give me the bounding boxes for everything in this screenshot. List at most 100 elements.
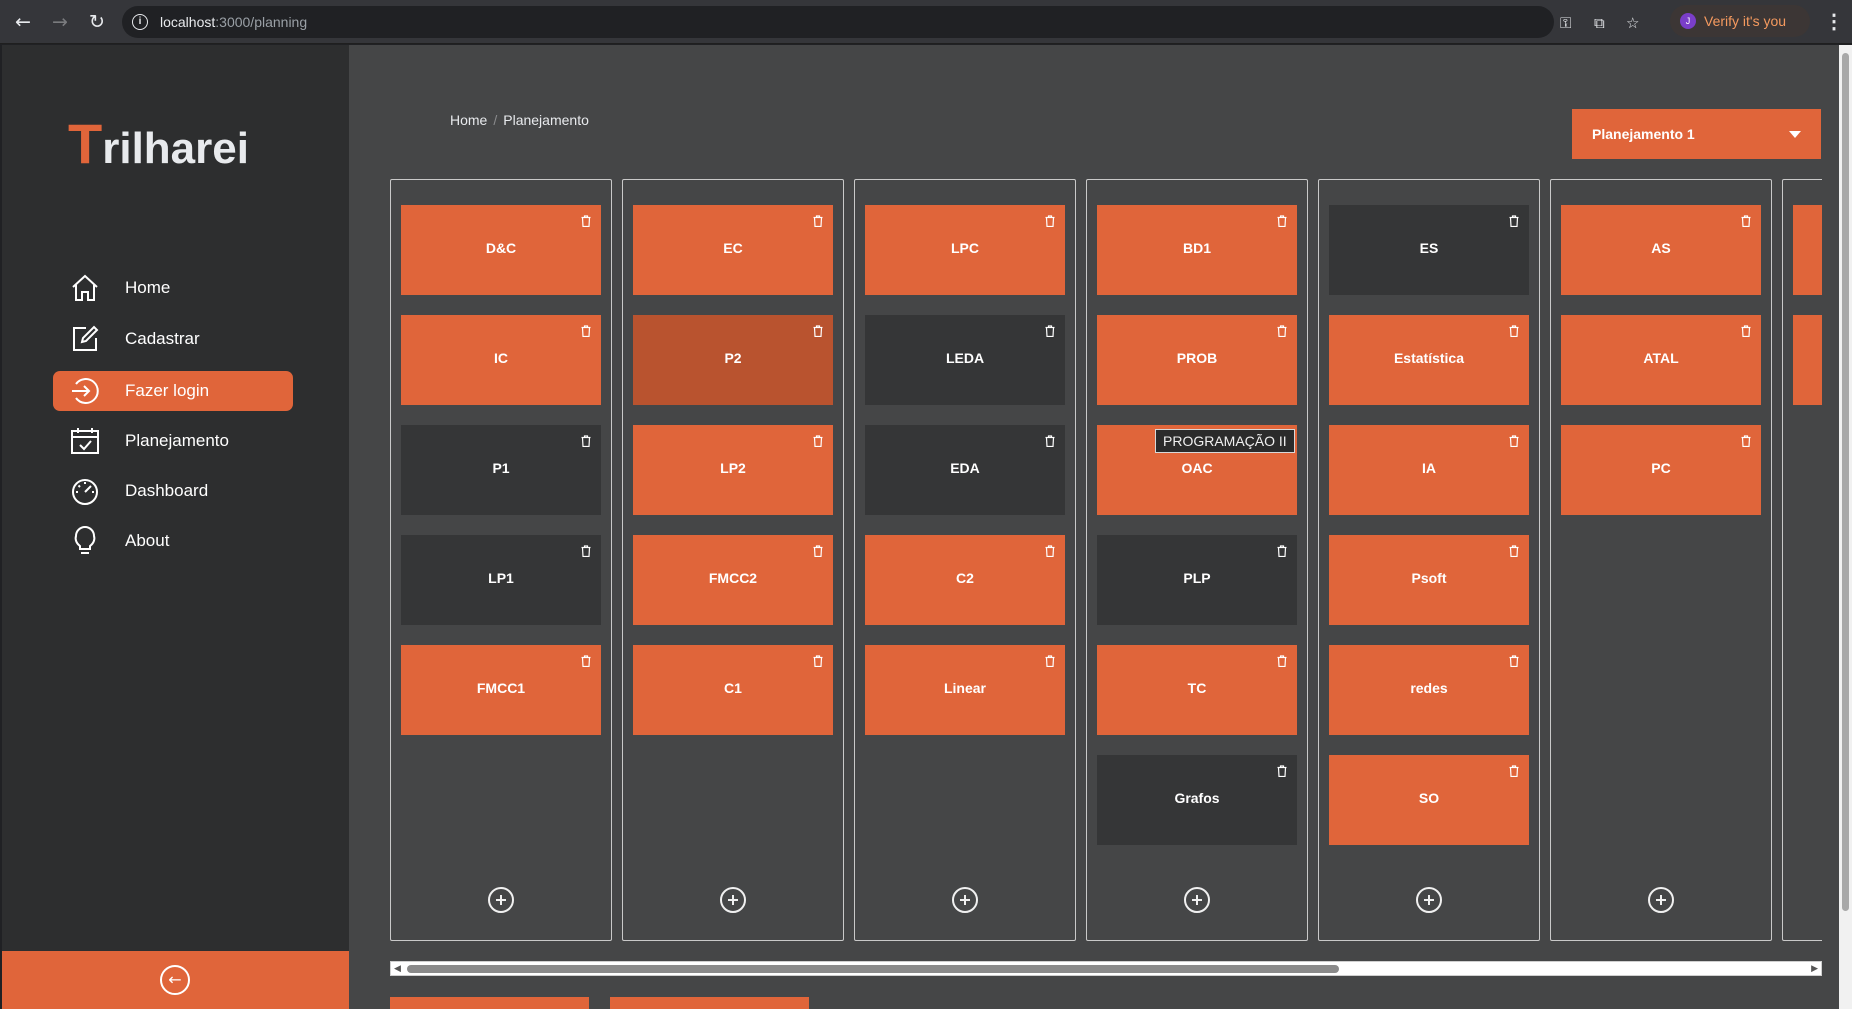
- trash-icon[interactable]: [1741, 434, 1751, 448]
- planning-select[interactable]: Planejamento 1: [1572, 109, 1821, 159]
- trash-icon[interactable]: [813, 434, 823, 448]
- verify-profile-button[interactable]: J Verify it's you: [1670, 5, 1810, 37]
- trash-icon[interactable]: [813, 324, 823, 338]
- trash-icon[interactable]: [813, 214, 823, 228]
- course-card[interactable]: ES: [1329, 205, 1529, 295]
- course-card[interactable]: [1793, 315, 1822, 405]
- course-card-name: LEDA: [945, 350, 985, 366]
- trash-icon[interactable]: [1277, 324, 1287, 338]
- trash-icon[interactable]: [1509, 764, 1519, 778]
- trash-icon[interactable]: [813, 544, 823, 558]
- course-card[interactable]: BD1: [1097, 205, 1297, 295]
- course-card[interactable]: Psoft: [1329, 535, 1529, 625]
- sidebar-item-home[interactable]: Home: [53, 268, 293, 308]
- add-course-icon[interactable]: [720, 887, 746, 913]
- add-course-icon[interactable]: [1416, 887, 1442, 913]
- trash-icon[interactable]: [581, 654, 591, 668]
- course-card[interactable]: LEDA: [865, 315, 1065, 405]
- url-text[interactable]: localhost:3000/planning: [160, 14, 307, 30]
- forward-arrow-icon[interactable]: →: [47, 9, 73, 35]
- trash-icon[interactable]: [581, 214, 591, 228]
- course-card[interactable]: FMCC2: [633, 535, 833, 625]
- course-card[interactable]: [1793, 205, 1822, 295]
- course-card-name: P1: [492, 460, 510, 476]
- add-course-icon[interactable]: [952, 887, 978, 913]
- trash-icon[interactable]: [1509, 324, 1519, 338]
- course-card[interactable]: LP1: [401, 535, 601, 625]
- trash-icon[interactable]: [1741, 324, 1751, 338]
- trash-icon[interactable]: [1277, 764, 1287, 778]
- course-card[interactable]: Estatística: [1329, 315, 1529, 405]
- trash-icon[interactable]: [1045, 324, 1055, 338]
- sidebar-item-about[interactable]: About: [53, 521, 293, 561]
- add-course-icon[interactable]: [1648, 887, 1674, 913]
- course-card[interactable]: EDA: [865, 425, 1065, 515]
- calendar-check-icon: [67, 423, 103, 459]
- horizontal-scrollbar[interactable]: ◀ ▶: [390, 961, 1822, 976]
- course-card[interactable]: P1: [401, 425, 601, 515]
- course-card-name: Psoft: [1411, 570, 1447, 586]
- add-course-icon[interactable]: [488, 887, 514, 913]
- trash-icon[interactable]: [1277, 544, 1287, 558]
- course-card[interactable]: FMCC1: [401, 645, 601, 735]
- add-course-icon[interactable]: [1184, 887, 1210, 913]
- trash-icon[interactable]: [1277, 654, 1287, 668]
- trash-icon[interactable]: [1277, 214, 1287, 228]
- course-card[interactable]: LP2: [633, 425, 833, 515]
- trash-icon[interactable]: [1045, 544, 1055, 558]
- course-card[interactable]: SO: [1329, 755, 1529, 845]
- course-card[interactable]: ATAL: [1561, 315, 1761, 405]
- vertical-scroll-thumb[interactable]: [1842, 53, 1849, 911]
- address-bar[interactable]: i localhost:3000/planning ⚿ ⧉ ☆: [122, 6, 1639, 38]
- trash-icon[interactable]: [1045, 654, 1055, 668]
- password-key-icon[interactable]: ⚿: [1560, 14, 1571, 32]
- collapse-sidebar-icon[interactable]: ←: [160, 965, 190, 995]
- course-card[interactable]: C2: [865, 535, 1065, 625]
- course-card[interactable]: IC: [401, 315, 601, 405]
- sidebar-item-dashboard[interactable]: Dashboard: [53, 471, 293, 511]
- bottom-action-button-1[interactable]: [390, 997, 589, 1009]
- vertical-scrollbar[interactable]: [1839, 45, 1852, 1009]
- trash-icon[interactable]: [1509, 214, 1519, 228]
- course-card[interactable]: AS: [1561, 205, 1761, 295]
- course-card-name: PC: [1651, 460, 1671, 476]
- trash-icon[interactable]: [1045, 214, 1055, 228]
- trash-icon[interactable]: [581, 434, 591, 448]
- course-card[interactable]: PLP: [1097, 535, 1297, 625]
- course-card[interactable]: PC: [1561, 425, 1761, 515]
- install-app-icon[interactable]: ⧉: [1594, 14, 1605, 32]
- course-card[interactable]: PROB: [1097, 315, 1297, 405]
- course-card[interactable]: IA: [1329, 425, 1529, 515]
- course-card[interactable]: EC: [633, 205, 833, 295]
- course-card[interactable]: C1: [633, 645, 833, 735]
- horizontal-scroll-thumb[interactable]: [407, 965, 1339, 973]
- bookmark-star-icon[interactable]: ☆: [1626, 14, 1639, 32]
- course-card[interactable]: redes: [1329, 645, 1529, 735]
- trash-icon[interactable]: [581, 544, 591, 558]
- browser-menu-icon[interactable]: ⋮: [1824, 9, 1844, 35]
- trash-icon[interactable]: [581, 324, 591, 338]
- site-info-icon[interactable]: i: [132, 14, 148, 30]
- scroll-right-arrow-icon[interactable]: ▶: [1811, 964, 1818, 974]
- course-card[interactable]: LPC: [865, 205, 1065, 295]
- back-arrow-icon[interactable]: ←: [10, 9, 36, 35]
- trash-icon[interactable]: [1509, 654, 1519, 668]
- sidebar-item-cadastrar[interactable]: Cadastrar: [53, 319, 293, 359]
- scroll-left-arrow-icon[interactable]: ◀: [394, 964, 401, 974]
- trash-icon[interactable]: [1045, 434, 1055, 448]
- course-card[interactable]: Linear: [865, 645, 1065, 735]
- trash-icon[interactable]: [1509, 544, 1519, 558]
- sidebar-item-fazer-login[interactable]: Fazer login: [53, 371, 293, 411]
- course-card[interactable]: TC: [1097, 645, 1297, 735]
- trash-icon[interactable]: [1741, 214, 1751, 228]
- breadcrumb-home[interactable]: Home: [450, 112, 487, 128]
- course-card[interactable]: P2: [633, 315, 833, 405]
- bottom-action-button-2[interactable]: [610, 997, 809, 1009]
- course-card[interactable]: Grafos: [1097, 755, 1297, 845]
- sidebar-item-planejamento[interactable]: Planejamento: [53, 421, 293, 461]
- trash-icon[interactable]: [813, 654, 823, 668]
- course-card-name: BD1: [1182, 240, 1211, 256]
- reload-icon[interactable]: ↻: [84, 9, 110, 35]
- course-card[interactable]: D&C: [401, 205, 601, 295]
- trash-icon[interactable]: [1509, 434, 1519, 448]
